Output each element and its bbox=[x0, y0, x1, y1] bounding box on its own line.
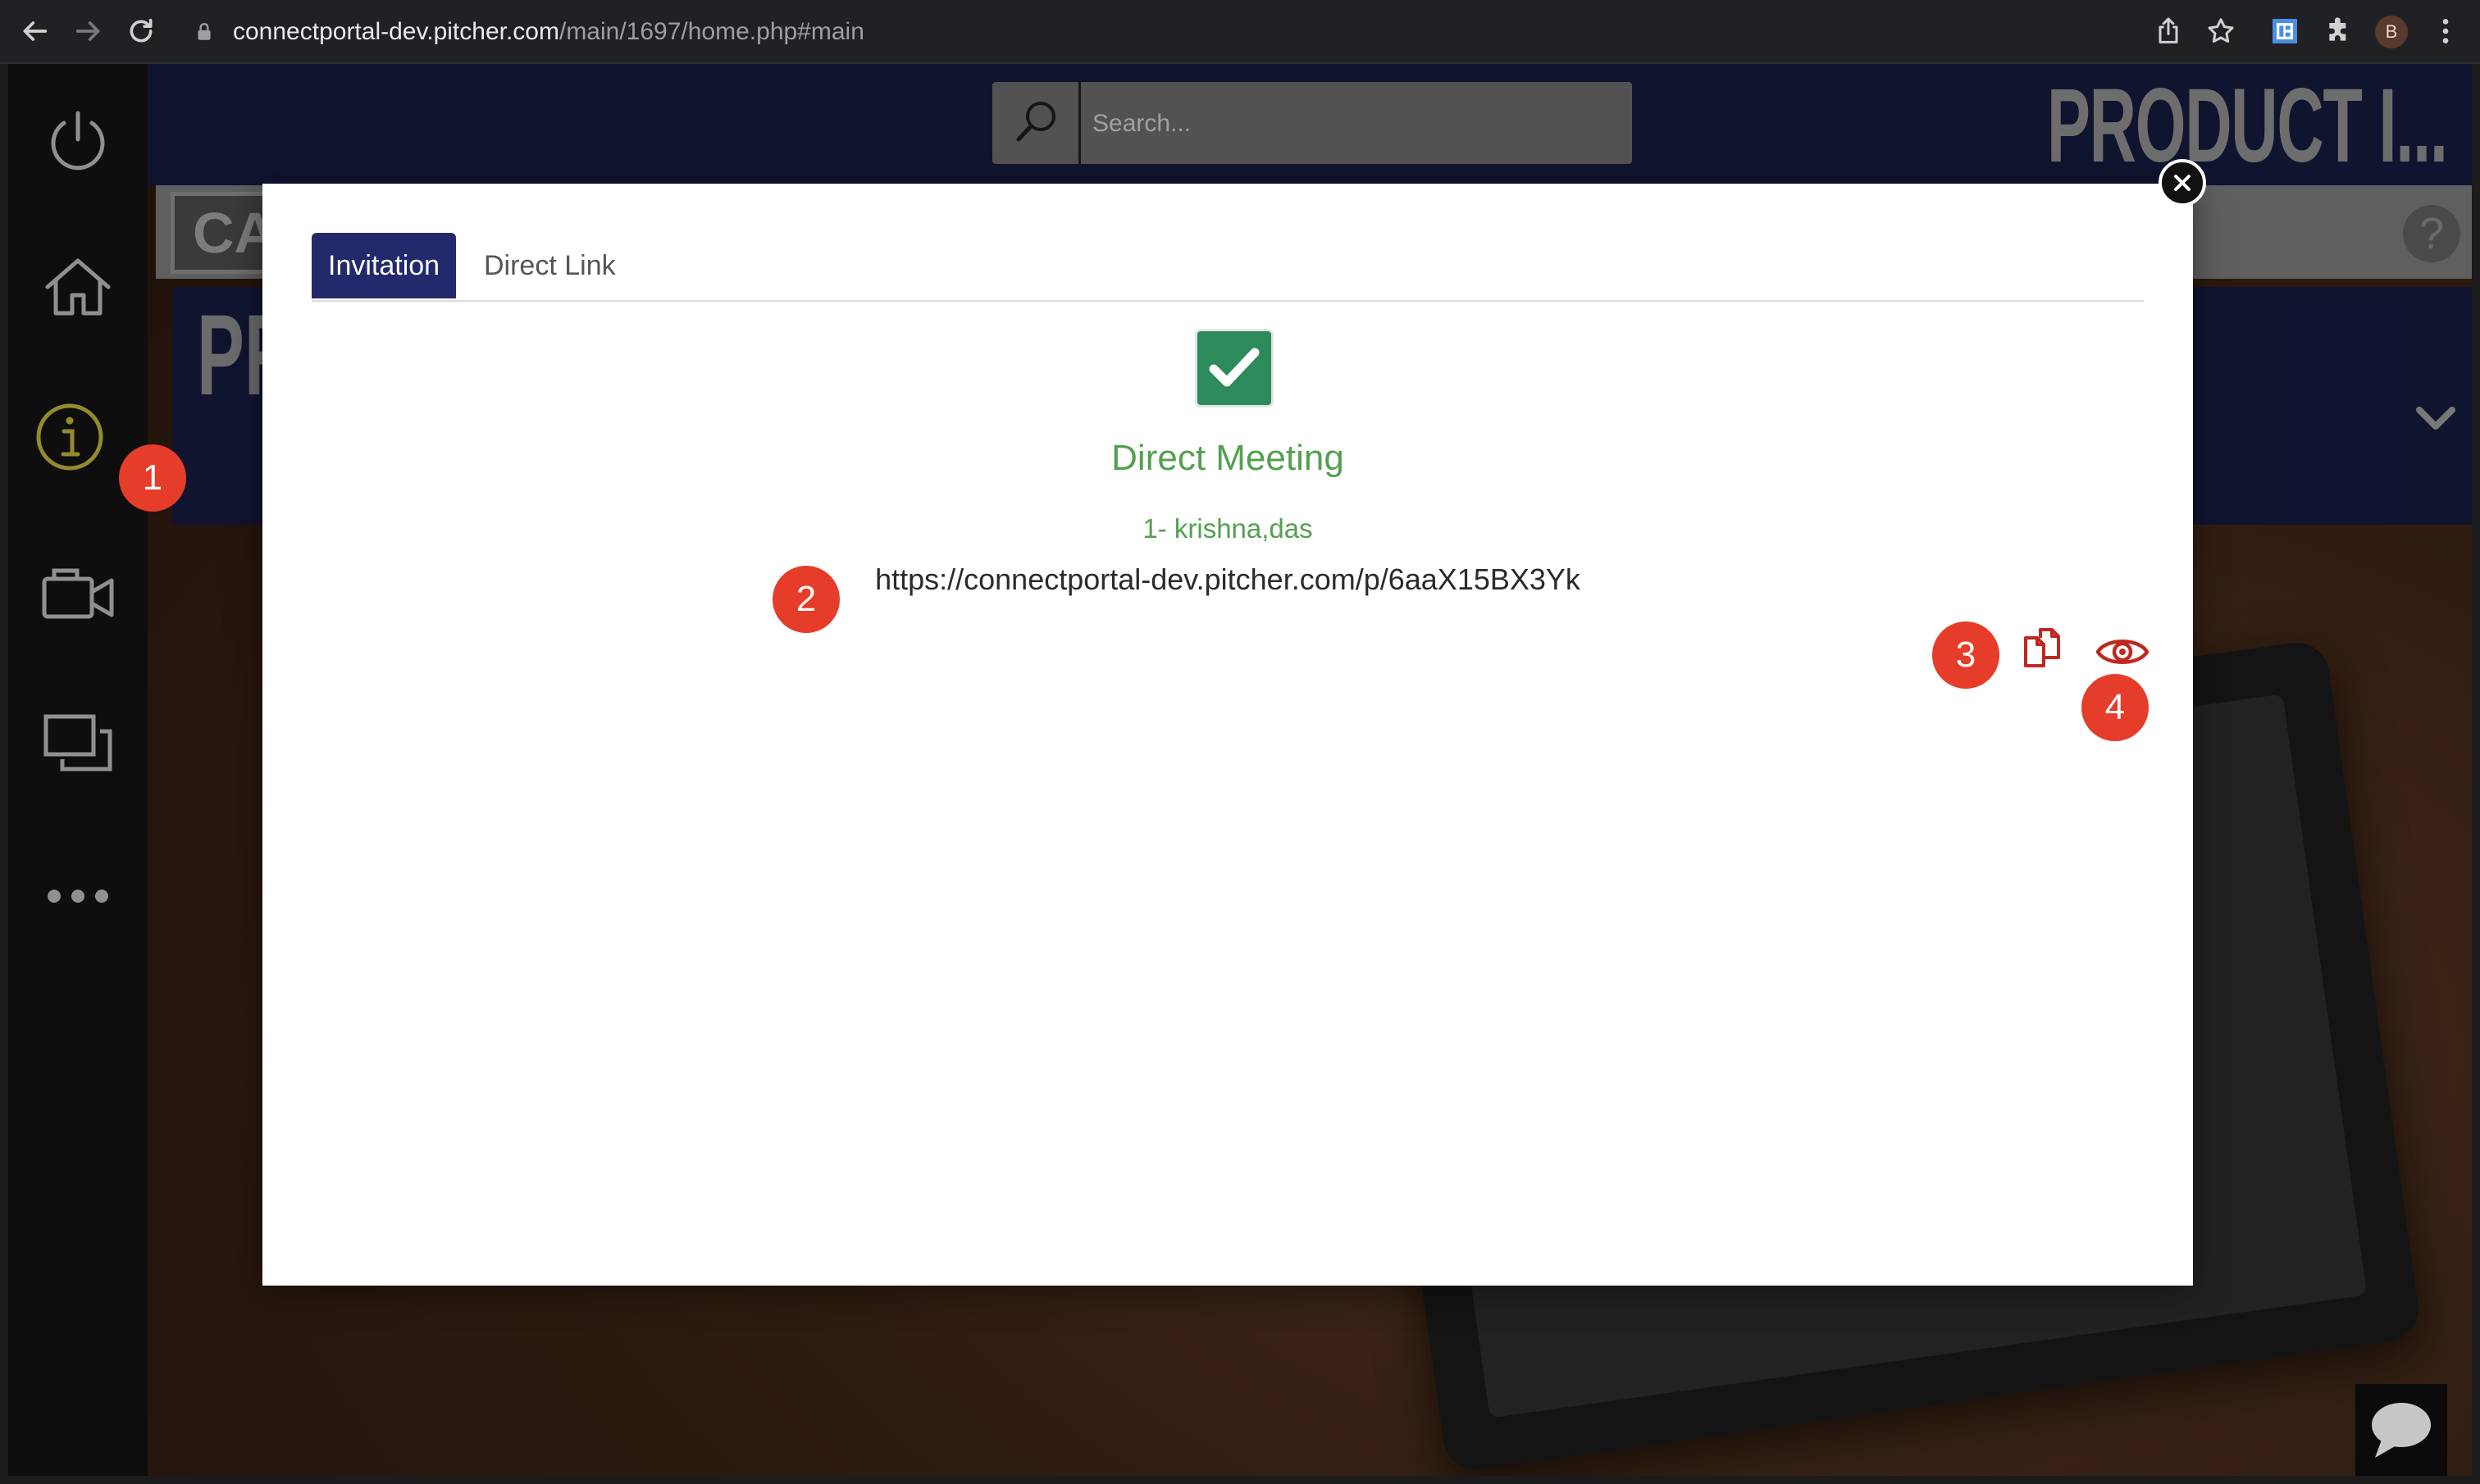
meeting-invitation-dialog: Invitation Direct Link Direct Meeting 1-… bbox=[262, 184, 2193, 1286]
profile-avatar[interactable]: B bbox=[2375, 16, 2408, 48]
copy-icon bbox=[2024, 628, 2060, 667]
reload-icon bbox=[130, 18, 153, 43]
meeting-title: Direct Meeting bbox=[1111, 438, 1344, 478]
arrow-right-icon bbox=[75, 21, 100, 41]
url-host: connectportal-dev.pitcher.com bbox=[233, 18, 559, 45]
tab-invitation[interactable]: Invitation bbox=[312, 233, 457, 298]
lock-icon bbox=[198, 23, 211, 40]
bookmark-button[interactable] bbox=[2204, 15, 2237, 48]
kebab-menu-icon bbox=[2442, 19, 2449, 43]
preview-link-button[interactable] bbox=[2095, 631, 2150, 672]
dialog-tabs: Invitation Direct Link bbox=[312, 233, 2144, 302]
star-icon bbox=[2208, 18, 2234, 43]
puzzle-icon bbox=[2329, 17, 2346, 41]
url-path: /main/1697/home.php#main bbox=[558, 18, 864, 45]
extension-button[interactable] bbox=[2268, 15, 2301, 48]
reload-button[interactable] bbox=[125, 15, 157, 48]
participant-name: 1- krishna,das bbox=[1142, 513, 1313, 544]
check-icon bbox=[1209, 348, 1260, 387]
tab-direct-link[interactable]: Direct Link bbox=[467, 233, 632, 298]
address-bar[interactable]: connectportal-dev.pitcher.com/main/1697/… bbox=[179, 8, 2311, 56]
eye-icon bbox=[2095, 640, 2149, 664]
back-button[interactable] bbox=[18, 15, 51, 48]
success-checkmark bbox=[1197, 331, 1271, 405]
url-text[interactable]: connectportal-dev.pitcher.com/main/1697/… bbox=[233, 18, 864, 46]
share-icon bbox=[2159, 17, 2178, 43]
arrow-left-icon bbox=[23, 21, 48, 41]
app-viewport: PRODUCT I... CATE ? PR Invitation Direct… bbox=[8, 64, 2472, 1476]
close-icon bbox=[2174, 175, 2191, 191]
step-marker-3: 3 bbox=[1932, 621, 1999, 689]
browser-menu-button[interactable] bbox=[2429, 15, 2462, 48]
meeting-link[interactable]: https://connectportal-dev.pitcher.com/p/… bbox=[262, 561, 2193, 599]
browser-toolbar: connectportal-dev.pitcher.com/main/1697/… bbox=[0, 0, 2480, 64]
copy-link-button[interactable] bbox=[2019, 626, 2068, 676]
share-button[interactable] bbox=[2152, 15, 2185, 48]
extensions-button[interactable] bbox=[2323, 15, 2355, 48]
forward-button[interactable] bbox=[72, 15, 105, 48]
extension-app-icon bbox=[2273, 19, 2297, 43]
step-marker-1: 1 bbox=[119, 444, 186, 512]
step-marker-2: 2 bbox=[773, 566, 840, 633]
close-dialog-button[interactable] bbox=[2159, 159, 2206, 207]
step-marker-4: 4 bbox=[2081, 674, 2149, 741]
